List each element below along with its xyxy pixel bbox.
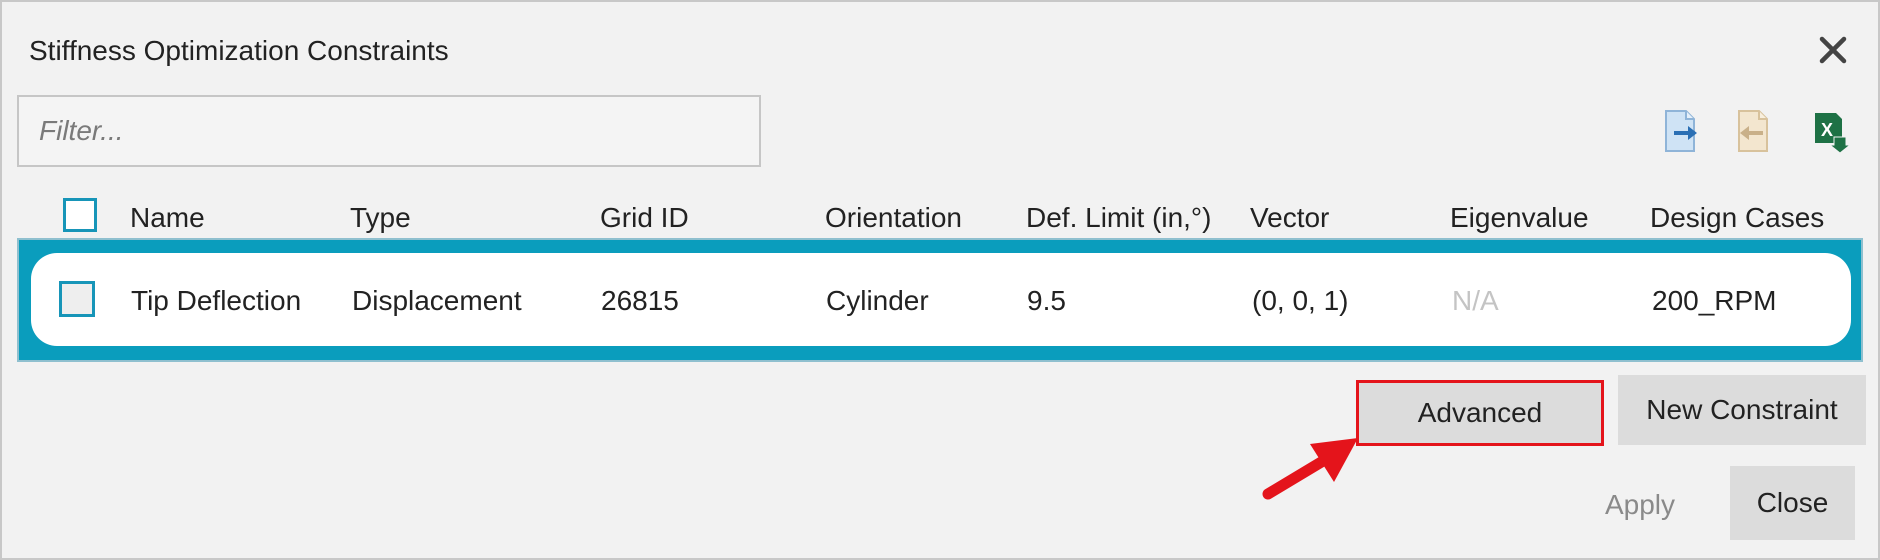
svg-text:X: X bbox=[1821, 120, 1833, 140]
new-constraint-button[interactable]: New Constraint bbox=[1618, 375, 1866, 445]
column-header-def-limit[interactable]: Def. Limit (in,°) bbox=[1026, 202, 1211, 234]
row-checkbox[interactable] bbox=[59, 281, 95, 317]
cell-grid-id: 26815 bbox=[601, 285, 679, 316]
cell-design-cases: 200_RPM bbox=[1652, 285, 1777, 316]
excel-export-icon[interactable]: X bbox=[1812, 109, 1852, 154]
cell-type: Displacement bbox=[352, 285, 522, 316]
column-header-orientation[interactable]: Orientation bbox=[825, 202, 962, 234]
import-icon[interactable] bbox=[1735, 109, 1773, 153]
export-icon[interactable] bbox=[1662, 109, 1700, 153]
cell-vector: (0, 0, 1) bbox=[1252, 285, 1349, 316]
column-header-vector[interactable]: Vector bbox=[1250, 202, 1329, 234]
column-header-name[interactable]: Name bbox=[130, 202, 205, 234]
cell-eigenvalue: N/A bbox=[1452, 285, 1499, 316]
cell-def-limit: 9.5 bbox=[1027, 285, 1066, 316]
column-header-grid-id[interactable]: Grid ID bbox=[600, 202, 689, 234]
close-icon[interactable] bbox=[1815, 32, 1851, 68]
constraints-dialog: Stiffness Optimization Constraints X bbox=[0, 0, 1880, 560]
dialog-title: Stiffness Optimization Constraints bbox=[29, 35, 449, 66]
cell-orientation: Cylinder bbox=[826, 285, 929, 316]
cell-name: Tip Deflection bbox=[131, 285, 302, 316]
column-header-design-cases[interactable]: Design Cases bbox=[1650, 202, 1824, 234]
close-button[interactable]: Close bbox=[1730, 466, 1855, 540]
column-header-eigenvalue[interactable]: Eigenvalue bbox=[1450, 202, 1589, 234]
select-all-checkbox[interactable] bbox=[63, 198, 97, 232]
table-row[interactable] bbox=[31, 253, 1851, 346]
apply-button[interactable]: Apply bbox=[1570, 470, 1710, 540]
column-header-type[interactable]: Type bbox=[350, 202, 411, 234]
filter-input[interactable] bbox=[17, 95, 761, 167]
advanced-button[interactable]: Advanced bbox=[1356, 380, 1604, 446]
annotation-arrow-icon bbox=[1260, 432, 1366, 502]
